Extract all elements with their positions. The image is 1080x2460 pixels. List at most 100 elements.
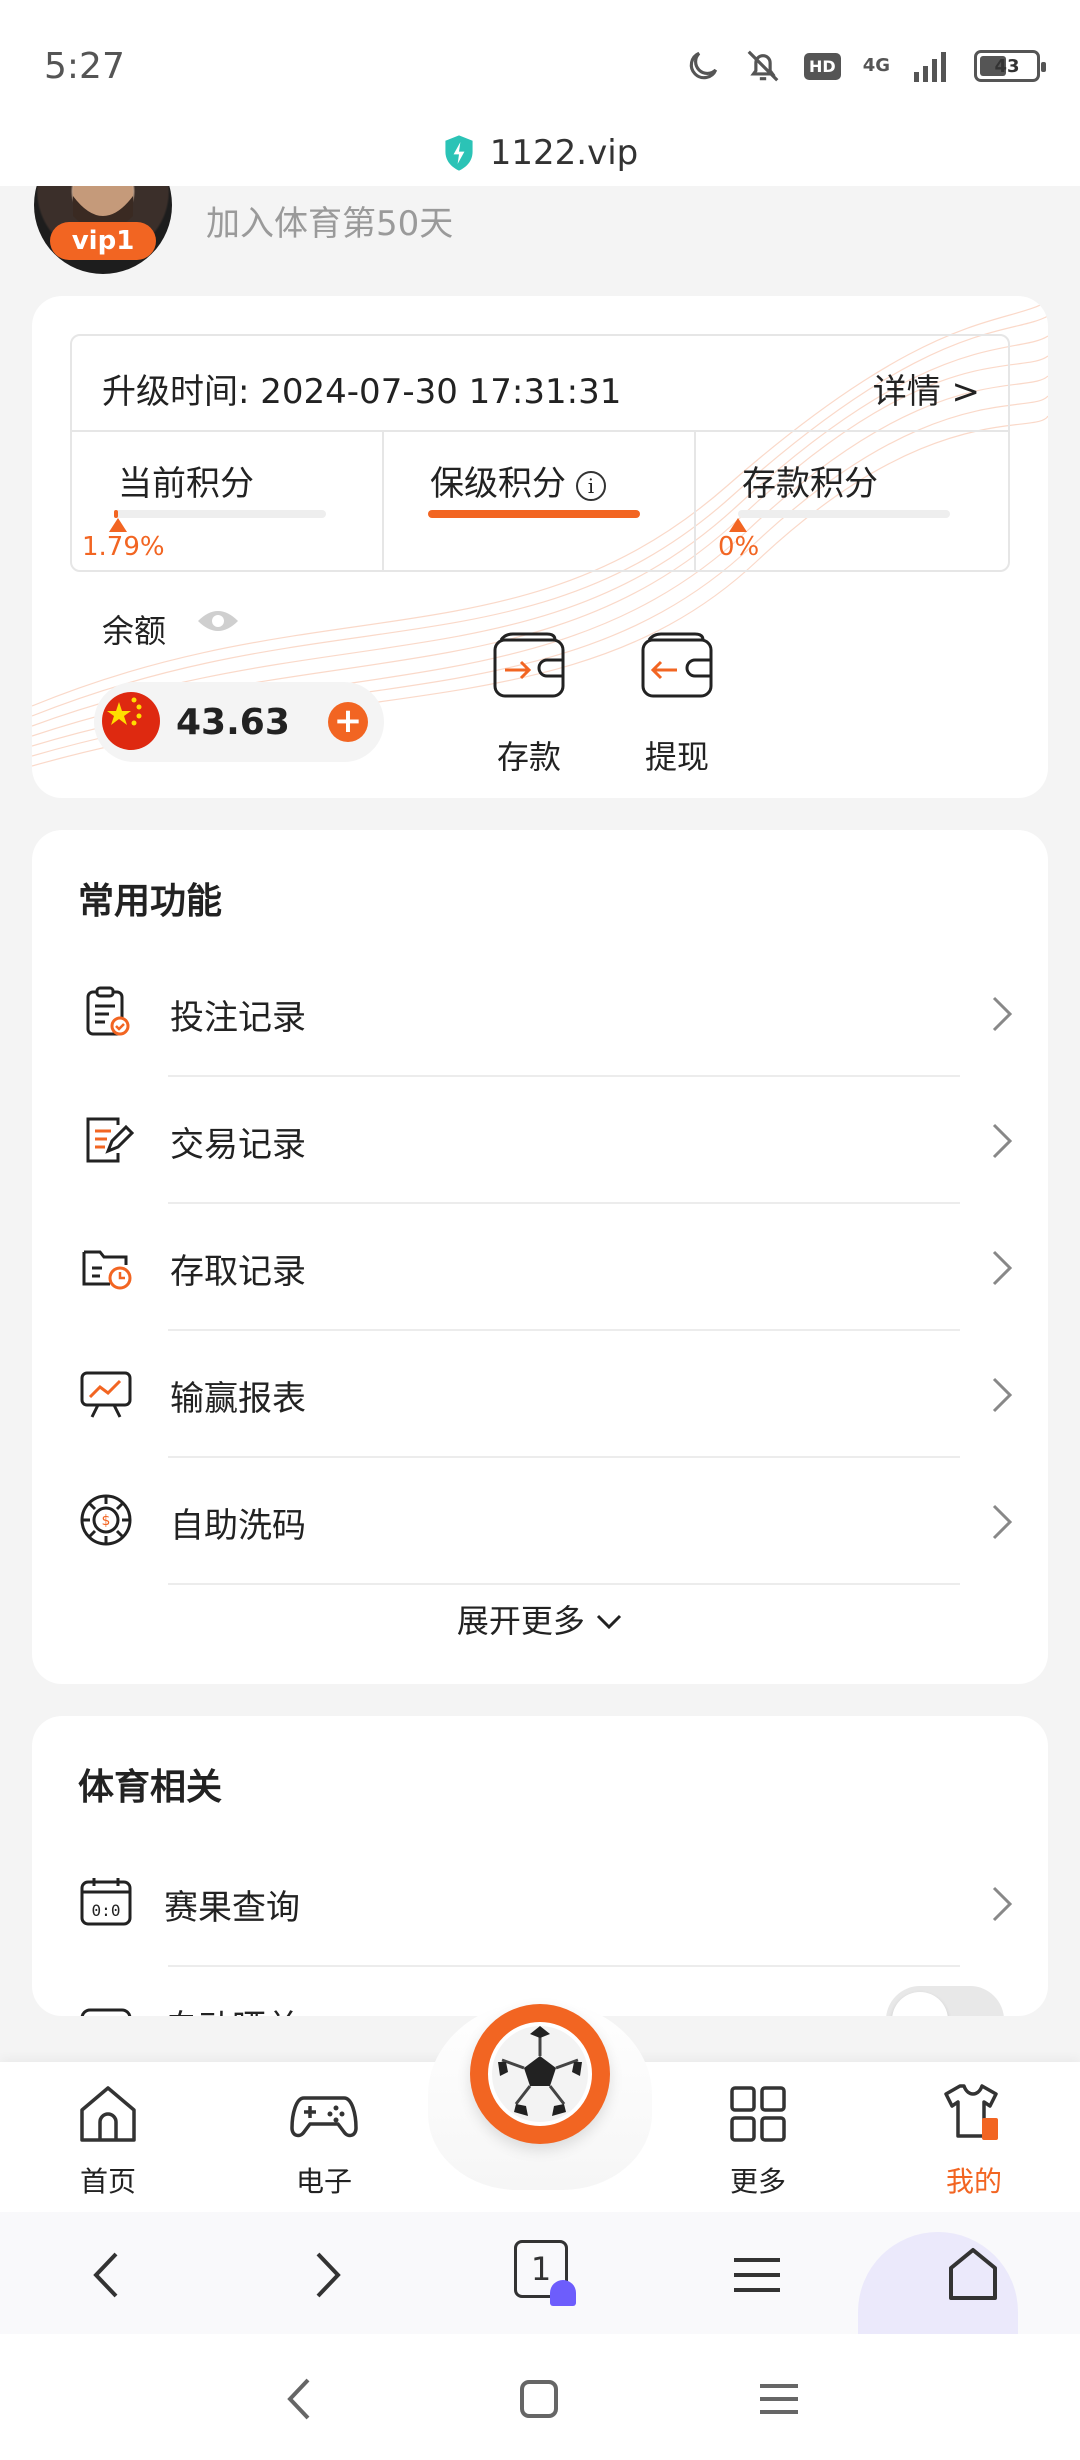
upgrade-time: 升级时间: 2024-07-30 17:31:31 (102, 372, 622, 412)
clipboard-check-icon (86, 986, 130, 1036)
system-recents-icon[interactable] (754, 2374, 804, 2424)
svg-text:0:0: 0:0 (92, 1901, 121, 1920)
document-edit-icon (86, 1117, 135, 1163)
list-item-label: 投注记录 (170, 998, 306, 1038)
nav-electronic[interactable]: 电子 (254, 2080, 394, 2210)
current-points-cell[interactable]: 当前积分 1.79% (72, 432, 384, 572)
bell-off-icon (747, 50, 779, 82)
list-item-label: 自助洗码 (170, 1506, 306, 1546)
shield-icon (445, 135, 473, 171)
wallet-in-icon (493, 632, 565, 698)
svg-text:$: $ (102, 1513, 111, 1529)
center-sports-button[interactable] (428, 1990, 652, 2190)
grid-icon (730, 2086, 786, 2142)
chevron-right-icon (992, 1377, 1013, 1413)
home-icon (80, 2086, 136, 2142)
system-back-icon[interactable] (276, 2374, 326, 2424)
signal-icon (914, 52, 946, 82)
nav-more[interactable]: 更多 (688, 2080, 828, 2210)
sports-card: 体育相关 0:0 赛果查询 自动晒单 (32, 1716, 1048, 2016)
chip-icon: $ (80, 1494, 132, 1546)
deposit-label: 存款 (496, 738, 561, 776)
moon-icon (689, 51, 718, 80)
nav-label: 我的 (945, 2165, 1002, 2198)
menu-icon[interactable] (722, 2240, 792, 2310)
shirt-icon (944, 2084, 998, 2140)
nav-home[interactable]: 首页 (38, 2080, 178, 2210)
chevron-right-icon (992, 1504, 1013, 1540)
list-item-label: 自动晒单 (164, 2000, 300, 2016)
gamepad-icon (290, 2096, 358, 2138)
browser-toolbar: 1 (0, 2212, 1080, 2362)
add-funds-button[interactable]: + (328, 702, 368, 742)
current-points-title: 当前积分 (118, 464, 254, 504)
retain-points-cell[interactable]: 保级积分 i (384, 432, 696, 572)
nav-mine[interactable]: 我的 (904, 2080, 1044, 2210)
chart-board-icon (80, 1371, 132, 1418)
profile-header: vip1 加入体育第50天 (0, 186, 1080, 286)
withdraw-button[interactable]: 提现 (622, 632, 732, 776)
balance-value: 43.63 (176, 702, 290, 743)
progress-marker (108, 518, 127, 532)
status-icons: HD 4G 43 (684, 44, 1046, 88)
current-points-progress (114, 510, 326, 518)
section-title: 常用功能 (78, 881, 223, 922)
wallet-out-icon (641, 632, 713, 698)
home-tab-icon[interactable] (938, 2240, 1008, 2310)
list-item-label: 交易记录 (170, 1125, 306, 1165)
url-text: 1122.vip (489, 133, 639, 173)
system-home-icon[interactable] (514, 2374, 564, 2424)
hd-badge: HD (804, 52, 841, 80)
info-icon[interactable]: i (576, 471, 606, 501)
retain-points-title: 保级积分 i (430, 456, 606, 505)
battery-icon: 43 (974, 50, 1046, 82)
soccer-ball-icon (488, 2022, 592, 2126)
list-item-bet-records[interactable]: 投注记录 (32, 950, 1048, 1077)
balance-pill: 43.63 + (94, 682, 384, 762)
list-item-deposit-withdraw-records[interactable]: 存取记录 (32, 1204, 1048, 1331)
expand-more-button[interactable]: 展开更多 (32, 1596, 1048, 1642)
eye-icon[interactable] (196, 606, 240, 636)
url-bar[interactable]: 1122.vip (0, 120, 1080, 186)
forward-icon[interactable] (292, 2240, 362, 2310)
china-flag-icon (102, 692, 160, 750)
join-days-text: 加入体育第50天 (206, 204, 454, 244)
nav-label: 首页 (79, 2165, 136, 2198)
current-points-percent: 1.79% (82, 532, 165, 562)
back-icon[interactable] (72, 2240, 142, 2310)
list-item-label: 赛果查询 (164, 1888, 300, 1928)
folder-clock-icon (82, 1250, 132, 1290)
list-item-win-loss-report[interactable]: 输赢报表 (32, 1331, 1048, 1458)
deposit-points-cell[interactable]: 存款积分 0% (696, 432, 1008, 572)
battery-level: 43 (994, 55, 1020, 77)
common-functions-card: 常用功能 投注记录 交易记录 存取记录 输赢报表 $ 自助洗码 展开更多 (32, 830, 1048, 1684)
vip-badge: vip1 (50, 222, 156, 260)
deposit-points-progress (738, 510, 950, 518)
expand-more-label: 展开更多 (456, 1602, 585, 1640)
progress-marker (729, 518, 747, 532)
section-title: 体育相关 (78, 1767, 223, 1808)
chevron-right-icon (992, 1886, 1013, 1922)
list-item-label: 输赢报表 (170, 1379, 306, 1419)
scoreboard-icon: 0:0 (80, 1878, 132, 1926)
list-item-transaction-records[interactable]: 交易记录 (32, 1077, 1048, 1204)
share-doc-icon (80, 2008, 132, 2016)
upgrade-row: 升级时间: 2024-07-30 17:31:31 详情 > (72, 336, 1008, 432)
deposit-button[interactable]: 存款 (474, 632, 584, 776)
status-time: 5:27 (44, 46, 125, 87)
deposit-points-title: 存款积分 (742, 464, 878, 504)
deposit-points-percent: 0% (718, 532, 760, 562)
detail-link[interactable]: 详情 > (873, 364, 980, 413)
nav-label: 电子 (295, 2165, 352, 2198)
incognito-ghost-icon (550, 2280, 576, 2306)
auto-share-toggle[interactable] (886, 1986, 1004, 2016)
chevron-down-icon (597, 1614, 622, 1630)
balance-label: 余额 (102, 612, 167, 650)
active-underline (428, 510, 640, 518)
account-card: 升级时间: 2024-07-30 17:31:31 详情 > 当前积分 1.79… (32, 296, 1048, 798)
status-bar: 5:27 HD 4G 43 (0, 0, 1080, 120)
list-item-match-results[interactable]: 0:0 赛果查询 (32, 1840, 1048, 1967)
list-item-self-rebate[interactable]: $ 自助洗码 (32, 1458, 1048, 1585)
nav-label: 更多 (729, 2165, 786, 2198)
withdraw-label: 提现 (644, 738, 709, 776)
